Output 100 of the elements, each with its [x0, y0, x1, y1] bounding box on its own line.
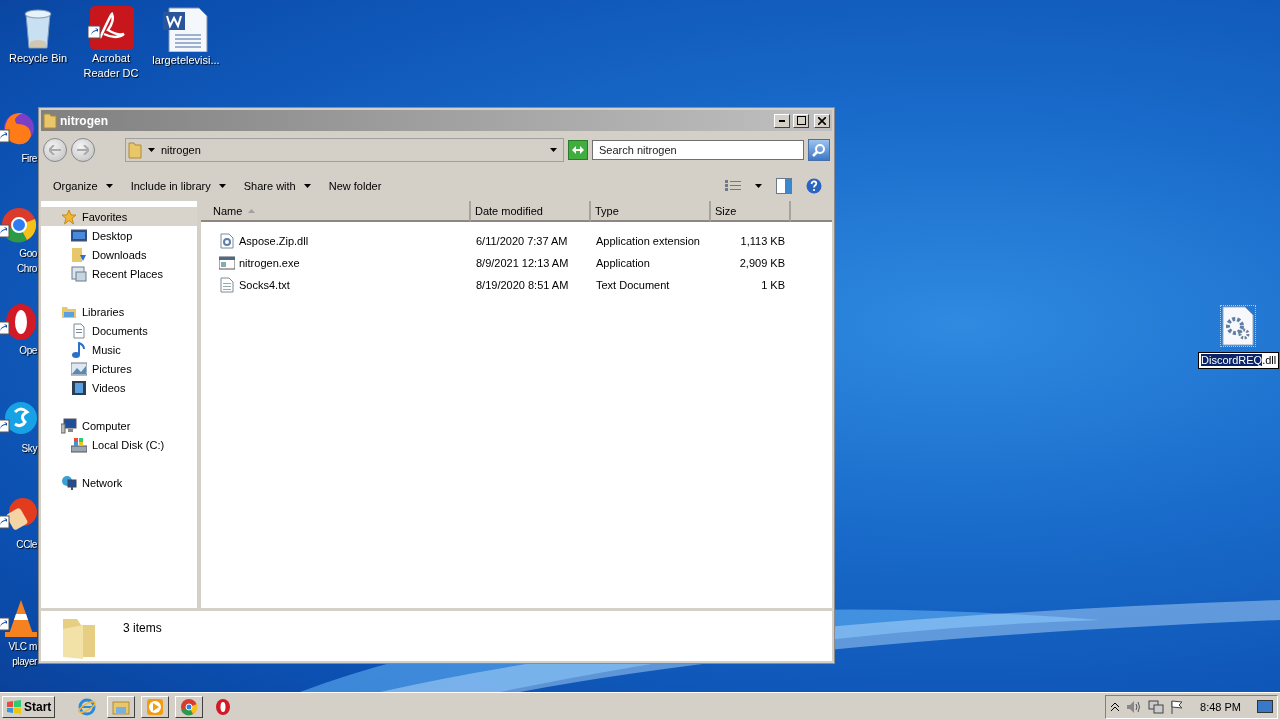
text-file-icon	[219, 277, 235, 293]
window-title: nitrogen	[60, 113, 109, 128]
size-cell-text: 1,113 KB	[739, 235, 786, 247]
nav-item[interactable]: Downloads	[41, 245, 197, 264]
start-button[interactable]: Start	[2, 695, 56, 718]
file-name[interactable]: Aspose.Zip.dll	[239, 235, 309, 247]
minimize-button[interactable]	[774, 113, 790, 128]
clock[interactable]: 8:48 PM	[1200, 700, 1241, 713]
refresh-arrows-icon	[571, 145, 585, 155]
caret-icon	[105, 184, 113, 188]
size-cell-text: 2,909 KB	[738, 257, 786, 269]
gear-file-icon	[219, 233, 235, 249]
desktop-icon-label[interactable]: Ope	[19, 344, 37, 357]
speaker-icon[interactable]	[1126, 699, 1143, 714]
desktop-icon-label[interactable]: CCle	[16, 538, 37, 551]
address-bar[interactable]: nitrogen	[125, 138, 564, 162]
file-name[interactable]: nitrogen.exe	[239, 257, 300, 269]
search-button[interactable]	[808, 139, 830, 161]
desktop-icon-label[interactable]: largetelevisi...	[152, 54, 220, 67]
windows-flag-icon	[6, 699, 22, 714]
application-icon	[219, 255, 235, 271]
forward-arrow-icon	[77, 145, 89, 155]
desktop-icon-label[interactable]: VLC m	[8, 640, 37, 653]
type-cell-text: Application extension	[595, 235, 701, 247]
size-cell-text: 1 KB	[760, 279, 786, 291]
browser-icon[interactable]	[180, 697, 199, 716]
folder-download-icon	[71, 246, 87, 263]
nav-item[interactable]: Music	[41, 340, 197, 359]
column-header[interactable]: Size	[711, 201, 791, 222]
search-icon	[812, 143, 826, 157]
recent-places-icon	[71, 265, 87, 282]
opera-icon[interactable]	[214, 697, 233, 716]
back-button[interactable]	[43, 138, 67, 162]
column-header[interactable]: Date modified	[471, 201, 591, 222]
close-icon	[818, 116, 826, 125]
minimize-icon	[779, 119, 785, 122]
desktop-icon-label[interactable]: Reader DC	[83, 67, 139, 80]
desktop-icon-label[interactable]: Goo	[19, 247, 37, 260]
toolbar-command[interactable]: New folder	[320, 176, 390, 196]
address-path[interactable]: nitrogen	[161, 144, 544, 156]
refresh-button[interactable]	[568, 140, 588, 160]
nav-item[interactable]: Desktop	[41, 226, 197, 245]
nav-item[interactable]: Favorites	[41, 207, 197, 226]
dropdown-caret-icon	[550, 148, 557, 152]
desktop-icon-label[interactable]: Acrobat	[92, 52, 130, 65]
picture-icon	[71, 360, 87, 377]
nav-item[interactable]: Videos	[41, 378, 197, 397]
document-icon	[71, 322, 87, 339]
search-field[interactable]: Search nitrogen	[592, 140, 804, 160]
caret-icon	[148, 148, 155, 152]
desktop-icon-label[interactable]: player	[12, 655, 37, 668]
back-arrow-icon	[49, 145, 61, 155]
nav-item[interactable]: Documents	[41, 321, 197, 340]
network-icon	[61, 474, 77, 491]
computer-icon	[61, 417, 77, 434]
forward-button[interactable]	[71, 138, 95, 162]
list-view-icon	[725, 179, 741, 193]
caret-icon	[218, 184, 226, 188]
type-cell-text: Application	[595, 257, 651, 269]
column-header[interactable]: Type	[591, 201, 711, 222]
file-name[interactable]: Socks4.txt	[239, 279, 290, 291]
caret-icon	[303, 184, 311, 188]
flag-icon[interactable]	[1170, 699, 1185, 714]
music-note-icon	[71, 341, 87, 358]
pane-icon	[776, 178, 792, 194]
desktop-icon-label[interactable]: Fire	[21, 152, 37, 165]
taskbar-app[interactable]	[141, 695, 170, 718]
taskbar-app[interactable]	[107, 695, 136, 718]
maximize-button[interactable]	[793, 113, 809, 128]
nav-item[interactable]: Libraries	[41, 302, 197, 321]
column-header[interactable]: Name	[201, 201, 471, 222]
show-desktop-icon[interactable]	[1257, 699, 1273, 714]
date-cell-text: 8/9/2021 12:13 AM	[475, 257, 570, 269]
close-button[interactable]	[814, 113, 830, 128]
desktop-icon-label[interactable]: Chro	[16, 262, 37, 275]
nav-item[interactable]: Recent Places	[41, 264, 197, 283]
maximize-icon	[796, 116, 806, 125]
date-cell-text: 8/19/2020 8:51 AM	[475, 279, 570, 291]
desktop-icon-label[interactable]: Sky	[21, 442, 37, 455]
caret-icon	[755, 184, 762, 188]
toolbar-command[interactable]: Organize	[45, 176, 121, 196]
taskbar-app[interactable]	[175, 695, 204, 718]
nav-item[interactable]: Pictures	[41, 359, 197, 378]
help-icon[interactable]	[806, 178, 822, 194]
toolbar-command[interactable]: Include in library	[122, 176, 234, 196]
date-cell-text: 6/11/2020 7:37 AM	[475, 235, 569, 247]
film-icon	[71, 379, 87, 396]
network-computer-icon[interactable]	[1148, 699, 1165, 714]
nav-item[interactable]: Local Disk (C:)	[41, 435, 197, 454]
type-cell-text: Text Document	[595, 279, 671, 291]
disk-drive-icon	[71, 436, 87, 453]
nav-item[interactable]: Computer	[41, 416, 197, 435]
desktop-icon	[71, 227, 87, 244]
desktop-icon-label[interactable]: Recycle Bin	[8, 52, 68, 65]
toolbar-command[interactable]: Share with	[235, 176, 319, 196]
sort-arrow-icon	[248, 208, 256, 213]
show-hidden-icons-icon[interactable]	[1110, 701, 1121, 712]
rename-field[interactable]: DiscordREQ.dll	[1198, 352, 1280, 369]
item-count: 3 items	[123, 621, 162, 635]
nav-item[interactable]: Network	[41, 473, 197, 492]
